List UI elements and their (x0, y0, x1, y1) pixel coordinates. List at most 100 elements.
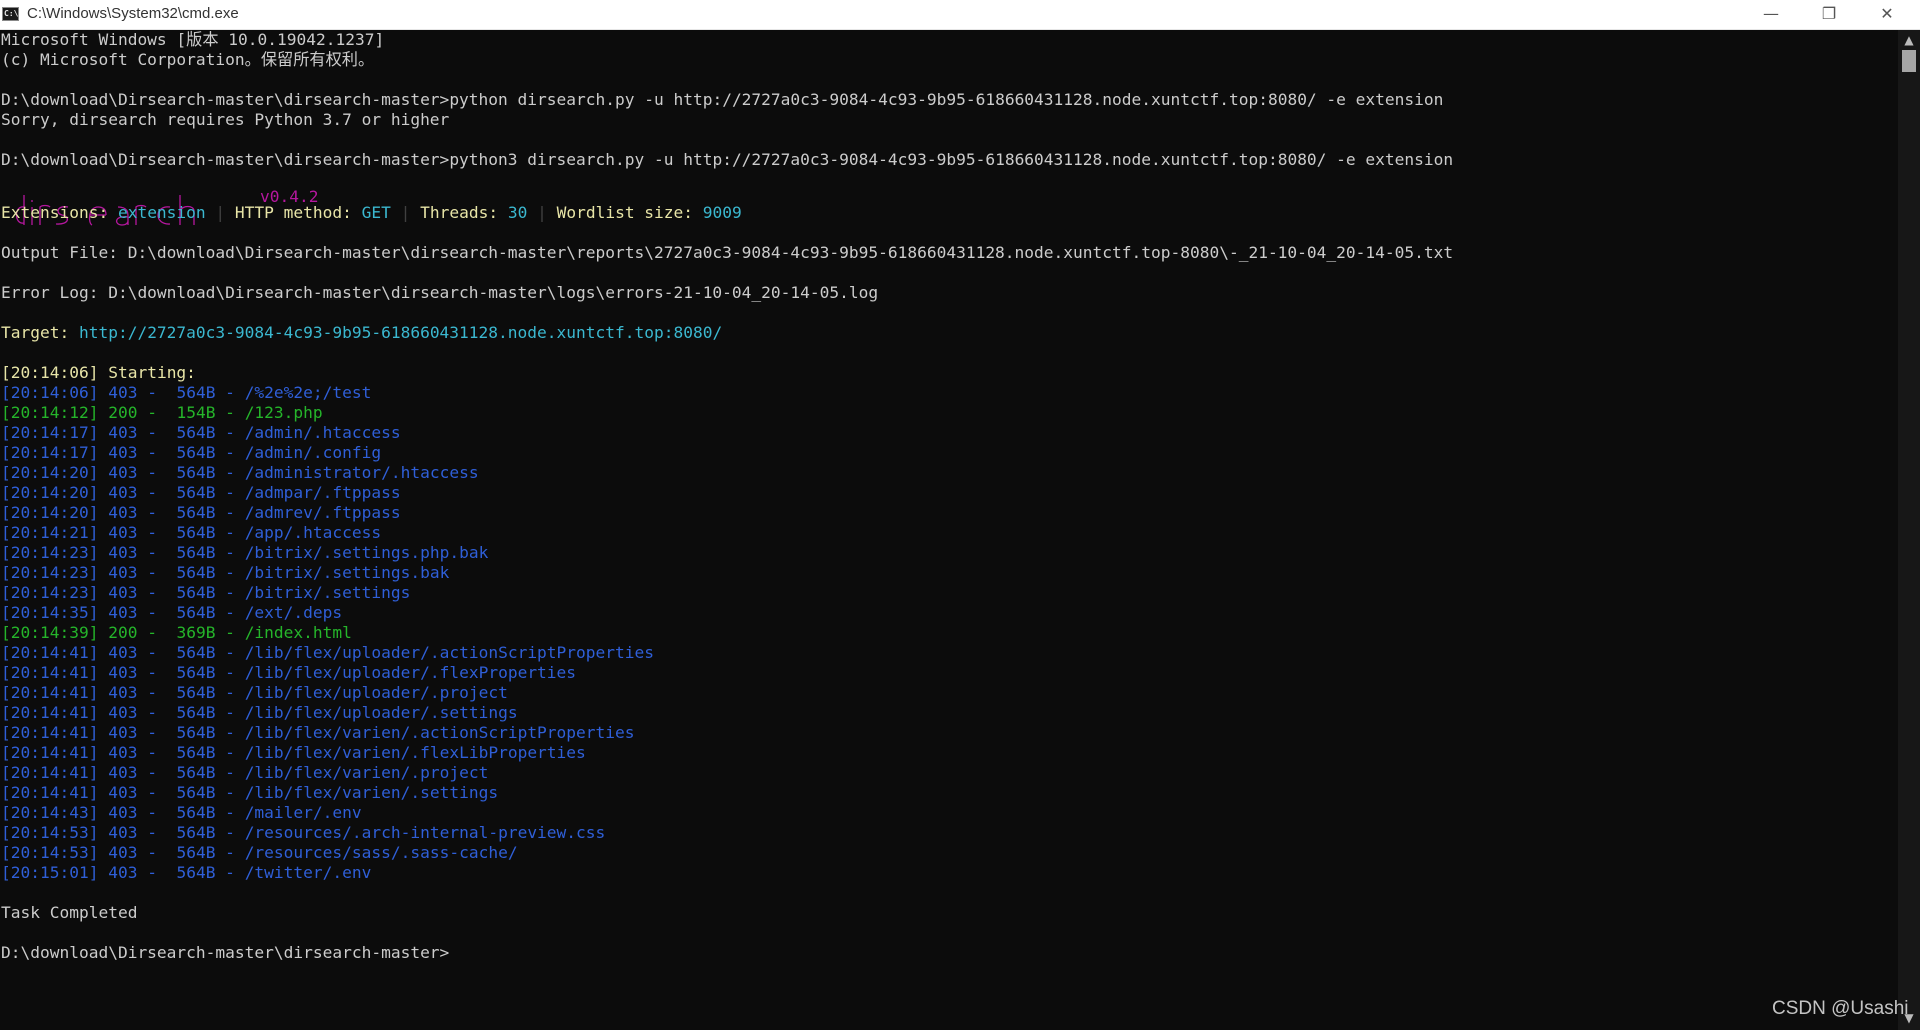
cmd-icon: C:\ (2, 7, 19, 21)
method-label: HTTP method: (234, 203, 362, 222)
result-path: /bitrix/.settings (244, 583, 411, 602)
result-row: [20:14:17] 403 - 564B - /admin/.htaccess (1, 423, 401, 442)
result-row: [20:14:41] 403 - 564B - /lib/flex/varien… (1, 783, 499, 802)
result-path: /bitrix/.settings.php.bak (244, 543, 489, 562)
result-path: /resources/.arch-internal-preview.css (244, 823, 606, 842)
method-value: GET (361, 203, 391, 222)
result-status: 403 (108, 803, 138, 822)
result-row: [20:14:41] 403 - 564B - /lib/flex/varien… (1, 743, 586, 762)
result-status: 403 (108, 863, 138, 882)
result-time: [20:14:20] (1, 463, 99, 482)
result-status: 403 (108, 383, 138, 402)
result-size: 564B (176, 443, 216, 462)
result-row: [20:14:39] 200 - 369B - /index.html (1, 623, 352, 642)
result-time: [20:14:20] (1, 503, 99, 522)
task-completed-line: Task Completed (1, 903, 138, 922)
result-size: 564B (176, 763, 216, 782)
result-status: 403 (108, 703, 138, 722)
result-path: /lib/flex/varien/.project (244, 763, 489, 782)
separator: | (400, 203, 411, 222)
result-path: /lib/flex/uploader/.settings (244, 703, 518, 722)
result-time: [20:14:06] (1, 383, 99, 402)
result-status: 403 (108, 683, 138, 702)
separator: | (537, 203, 547, 222)
result-size: 564B (176, 423, 216, 442)
terminal-output[interactable]: Microsoft Windows [版本 10.0.19042.1237] (… (0, 30, 1898, 1030)
result-time: [20:14:17] (1, 443, 99, 462)
result-status: 403 (108, 663, 138, 682)
result-row: [20:14:23] 403 - 564B - /bitrix/.setting… (1, 563, 450, 582)
result-size: 564B (176, 503, 216, 522)
result-time: [20:14:53] (1, 843, 99, 862)
result-size: 564B (176, 463, 216, 482)
result-size: 564B (176, 683, 216, 702)
result-path: /%2e%2e;/test (244, 383, 372, 402)
scroll-up-arrow-icon[interactable]: ▲ (1898, 30, 1920, 50)
scroll-thumb[interactable] (1902, 50, 1916, 72)
version-line: Microsoft Windows [版本 10.0.19042.1237] (1, 30, 385, 49)
result-size: 564B (176, 743, 216, 762)
result-size: 564B (176, 643, 216, 662)
result-time: [20:14:41] (1, 663, 99, 682)
result-row: [20:14:41] 403 - 564B - /lib/flex/upload… (1, 683, 508, 702)
result-time: [20:14:41] (1, 683, 99, 702)
result-status: 403 (108, 643, 138, 662)
result-status: 403 (108, 563, 138, 582)
result-status: 200 (108, 403, 138, 422)
vertical-scrollbar[interactable]: ▲ ▼ (1898, 30, 1920, 1030)
result-row: [20:14:41] 403 - 564B - /lib/flex/upload… (1, 703, 518, 722)
minimize-button[interactable]: — (1742, 0, 1800, 29)
result-row: [20:14:06] 403 - 564B - /%2e%2e;/test (1, 383, 372, 402)
copyright-line: (c) Microsoft Corporation。保留所有权利。 (1, 50, 375, 69)
result-size: 564B (176, 703, 216, 722)
result-time: [20:14:17] (1, 423, 99, 442)
result-row: [20:14:43] 403 - 564B - /mailer/.env (1, 803, 362, 822)
target-label: Target: (1, 323, 79, 342)
result-path: /resources/sass/.sass-cache/ (244, 843, 518, 862)
maximize-button[interactable]: ❐ (1800, 0, 1858, 29)
command-text: python dirsearch.py -u http://2727a0c3-9… (449, 90, 1444, 109)
result-path: /admpar/.ftppass (244, 483, 401, 502)
error-log-line: Error Log: D:\download\Dirsearch-master\… (1, 283, 879, 302)
result-row: [20:14:41] 403 - 564B - /lib/flex/varien… (1, 723, 635, 742)
start-time: [20:14:06] (1, 363, 99, 382)
result-size: 564B (176, 783, 216, 802)
result-size: 564B (176, 843, 216, 862)
result-row: [20:14:41] 403 - 564B - /lib/flex/upload… (1, 643, 655, 662)
result-status: 403 (108, 743, 138, 762)
result-time: [20:14:43] (1, 803, 99, 822)
result-row: [20:14:20] 403 - 564B - /administrator/.… (1, 463, 479, 482)
result-path: /lib/flex/uploader/.flexProperties (244, 663, 577, 682)
result-time: [20:14:12] (1, 403, 99, 422)
result-status: 403 (108, 823, 138, 842)
config-line: Extensions: extension | HTTP method: GET… (1, 203, 742, 223)
threads-value: 30 (507, 203, 528, 222)
result-time: [20:14:53] (1, 823, 99, 842)
result-time: [20:14:39] (1, 623, 99, 642)
window-title: C:\Windows\System32\cmd.exe (27, 5, 239, 22)
result-size: 154B (176, 403, 216, 422)
result-path: /app/.htaccess (244, 523, 382, 542)
result-row: [20:14:41] 403 - 564B - /lib/flex/varien… (1, 763, 489, 782)
cmd-window: C:\ C:\Windows\System32\cmd.exe — ❐ ✕ Mi… (0, 0, 1920, 1030)
result-size: 564B (176, 543, 216, 562)
result-status: 403 (108, 443, 138, 462)
result-row: [20:14:12] 200 - 154B - /123.php (1, 403, 323, 422)
result-size: 564B (176, 803, 216, 822)
result-time: [20:14:41] (1, 703, 99, 722)
result-size: 564B (176, 523, 216, 542)
result-size: 564B (176, 563, 216, 582)
extensions-value: extension (117, 203, 206, 222)
result-path: /administrator/.htaccess (244, 463, 479, 482)
result-path: /mailer/.env (244, 803, 362, 822)
result-status: 403 (108, 503, 138, 522)
result-path: /admin/.config (244, 443, 382, 462)
error-output-line: Sorry, dirsearch requires Python 3.7 or … (1, 110, 450, 129)
result-time: [20:14:23] (1, 583, 99, 602)
result-row: [20:15:01] 403 - 564B - /twitter/.env (1, 863, 372, 882)
title-bar[interactable]: C:\ C:\Windows\System32\cmd.exe — ❐ ✕ (0, 0, 1920, 30)
close-button[interactable]: ✕ (1858, 0, 1916, 29)
extensions-label: Extensions: (1, 203, 118, 222)
result-path: /admin/.htaccess (244, 423, 401, 442)
result-status: 403 (108, 603, 138, 622)
